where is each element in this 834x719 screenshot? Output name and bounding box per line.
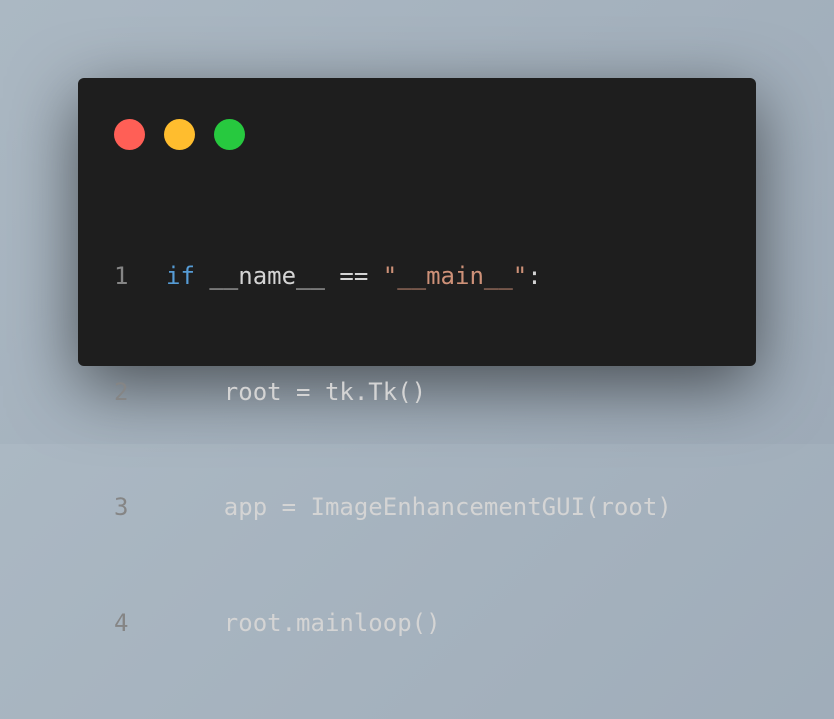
- line-number: 2: [114, 377, 129, 406]
- string-token: "__main__": [382, 262, 528, 290]
- keyword-token: if: [166, 262, 195, 290]
- code-text: root.mainloop(): [166, 608, 441, 637]
- code-text: root = tk.Tk(): [166, 377, 427, 406]
- code-line: 4 root.mainloop(): [114, 604, 736, 643]
- code-text: if __name__ == "__main__":: [166, 257, 542, 296]
- code-block: 1 if __name__ == "__main__": 2 root = tk…: [114, 180, 736, 719]
- code-line: 1 if __name__ == "__main__":: [114, 257, 736, 296]
- code-line: 3 app = ImageEnhancementGUI(root): [114, 488, 736, 527]
- code-text: app = ImageEnhancementGUI(root): [166, 493, 672, 521]
- close-button[interactable]: [114, 119, 145, 150]
- maximize-button[interactable]: [214, 119, 245, 150]
- line-number: 1: [114, 262, 129, 290]
- minimize-button[interactable]: [164, 119, 195, 150]
- line-number: 3: [114, 493, 129, 521]
- punctuation-token: :: [527, 262, 542, 290]
- line-number: 4: [114, 608, 129, 637]
- code-window: 1 if __name__ == "__main__": 2 root = tk…: [78, 78, 756, 637]
- code-line: 2 root = tk.Tk(): [114, 373, 736, 412]
- window-controls: [114, 119, 245, 150]
- code-token: __name__ ==: [194, 262, 383, 290]
